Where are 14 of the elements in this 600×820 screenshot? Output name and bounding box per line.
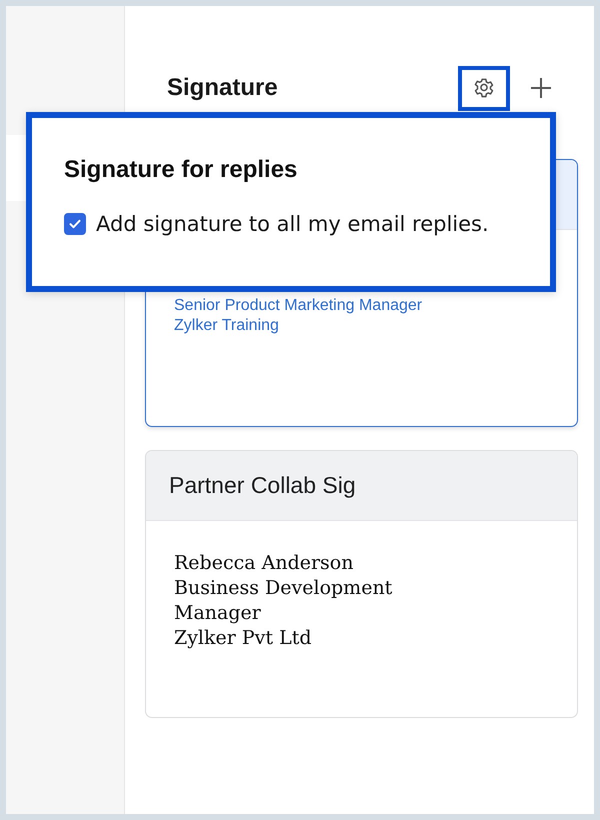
signature-card[interactable]: Partner Collab Sig Rebecca Anderson Business Development Manager Zylker Pvt Ltd (145, 450, 578, 718)
check-icon (68, 217, 82, 231)
add-button[interactable] (530, 77, 552, 99)
signature-line: Zylker Pvt Ltd (174, 626, 312, 651)
signature-line: Senior Product Marketing Manager (174, 296, 422, 316)
plus-icon (530, 77, 552, 99)
settings-button[interactable] (458, 66, 510, 110)
signature-line: Zylker Training (174, 316, 279, 336)
signature-line: Rebecca Anderson (174, 551, 354, 576)
signature-line: Manager (174, 601, 261, 626)
checkbox[interactable] (64, 213, 86, 235)
signature-line: Business Development (174, 576, 392, 601)
page-title: Signature (167, 74, 279, 102)
signature-name: Partner Collab Sig (169, 472, 356, 499)
